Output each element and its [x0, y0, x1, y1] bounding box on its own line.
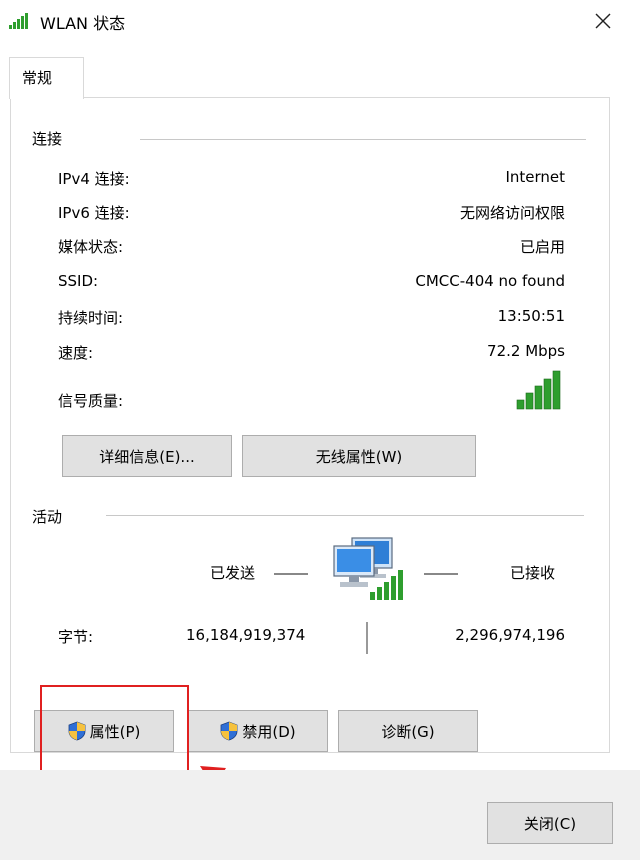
signal-quality-label: 信号质量: — [58, 392, 124, 410]
title-bar: WLAN 状态 — [0, 0, 640, 42]
bytes-divider — [366, 622, 368, 654]
connection-divider — [140, 139, 586, 140]
wireless-properties-button[interactable]: 无线属性(W) — [242, 435, 476, 477]
window-title: WLAN 状态 — [40, 14, 126, 33]
ssid-value: CMCC-404 no found — [415, 272, 565, 290]
bytes-label: 字节: — [58, 628, 94, 646]
wifi-signal-icon — [9, 13, 28, 29]
received-label: 已接收 — [510, 564, 556, 582]
duration-label: 持续时间: — [58, 309, 124, 327]
activity-divider — [106, 515, 584, 516]
close-button[interactable]: 关闭(C) — [487, 802, 613, 844]
received-dash — [424, 573, 458, 575]
details-button[interactable]: 详细信息(E)... — [62, 435, 232, 477]
close-button-label: 关闭(C) — [523, 814, 577, 833]
connection-group-label: 连接 — [32, 130, 63, 148]
details-button-label: 详细信息(E)... — [99, 447, 195, 466]
disable-button[interactable]: 禁用(D) — [188, 710, 328, 752]
close-icon — [595, 13, 611, 29]
close-window-button[interactable] — [586, 4, 620, 38]
uac-shield-icon — [220, 721, 238, 741]
bytes-received-value: 2,296,974,196 — [455, 626, 565, 644]
speed-value: 72.2 Mbps — [487, 342, 565, 360]
speed-label: 速度: — [58, 344, 94, 362]
media-state-label: 媒体状态: — [58, 238, 124, 256]
tab-general[interactable]: 常规 — [9, 57, 84, 99]
ipv4-value: Internet — [505, 168, 565, 186]
annotation-highlight-box — [40, 685, 189, 773]
duration-value: 13:50:51 — [497, 307, 565, 325]
network-computers-icon — [333, 537, 403, 600]
media-state-value: 已启用 — [519, 238, 565, 256]
ipv4-label: IPv4 连接: — [58, 170, 130, 188]
wireless-properties-button-label: 无线属性(W) — [315, 447, 403, 466]
signal-strength-icon — [516, 370, 561, 410]
activity-group-label: 活动 — [32, 508, 63, 526]
general-panel — [10, 97, 610, 753]
sent-dash — [274, 573, 308, 575]
tab-general-label: 常规 — [22, 69, 53, 87]
diagnose-button[interactable]: 诊断(G) — [338, 710, 478, 752]
ipv6-value: 无网络访问权限 — [459, 204, 565, 222]
bytes-sent-value: 16,184,919,374 — [186, 626, 306, 644]
diagnose-button-label: 诊断(G) — [381, 722, 435, 741]
disable-button-label: 禁用(D) — [242, 722, 296, 741]
ipv6-label: IPv6 连接: — [58, 204, 130, 222]
ssid-label: SSID: — [58, 272, 99, 290]
sent-label: 已发送 — [210, 564, 256, 582]
